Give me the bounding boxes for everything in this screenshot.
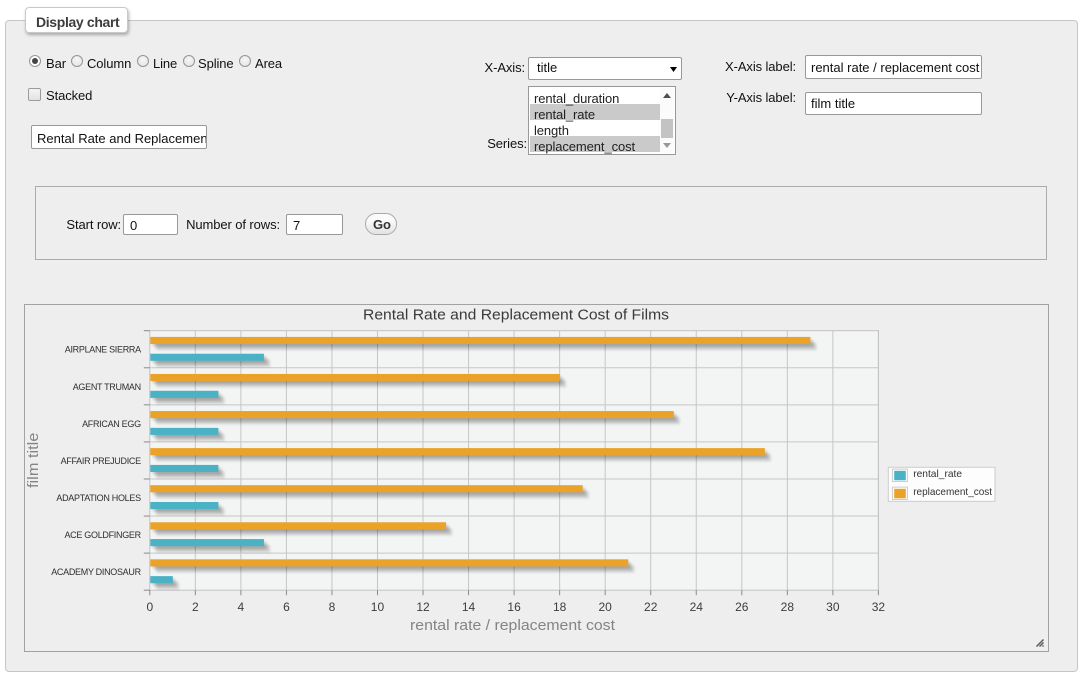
- svg-text:22: 22: [644, 600, 658, 614]
- svg-text:Rental Rate and Replacement Co: Rental Rate and Replacement Cost of Film…: [363, 307, 669, 324]
- svg-text:16: 16: [507, 600, 521, 614]
- svg-text:replacement_cost: replacement_cost: [913, 487, 992, 498]
- svg-text:AFFAIR PREJUDICE: AFFAIR PREJUDICE: [61, 456, 142, 466]
- svg-text:4: 4: [238, 600, 245, 614]
- svg-text:14: 14: [462, 600, 476, 614]
- svg-text:26: 26: [735, 600, 749, 614]
- svg-text:24: 24: [690, 600, 704, 614]
- svg-text:20: 20: [598, 600, 612, 614]
- svg-text:12: 12: [416, 600, 430, 614]
- svg-text:AGENT TRUMAN: AGENT TRUMAN: [73, 382, 141, 392]
- svg-text:18: 18: [553, 600, 567, 614]
- svg-text:0: 0: [146, 600, 153, 614]
- svg-text:AFRICAN EGG: AFRICAN EGG: [82, 419, 141, 429]
- svg-text:ADAPTATION HOLES: ADAPTATION HOLES: [56, 493, 141, 503]
- svg-text:AIRPLANE SIERRA: AIRPLANE SIERRA: [65, 345, 141, 355]
- svg-text:ACE GOLDFINGER: ACE GOLDFINGER: [64, 530, 141, 540]
- svg-text:30: 30: [826, 600, 840, 614]
- svg-text:2: 2: [192, 600, 199, 614]
- svg-text:film title: film title: [26, 433, 42, 488]
- svg-text:rental rate / replacement cost: rental rate / replacement cost: [410, 618, 615, 634]
- svg-text:6: 6: [283, 600, 290, 614]
- svg-text:8: 8: [329, 600, 336, 614]
- svg-text:32: 32: [872, 600, 886, 614]
- svg-text:ACADEMY DINOSAUR: ACADEMY DINOSAUR: [51, 567, 141, 577]
- svg-text:10: 10: [371, 600, 385, 614]
- svg-text:rental_rate: rental_rate: [913, 469, 962, 480]
- svg-text:28: 28: [781, 600, 795, 614]
